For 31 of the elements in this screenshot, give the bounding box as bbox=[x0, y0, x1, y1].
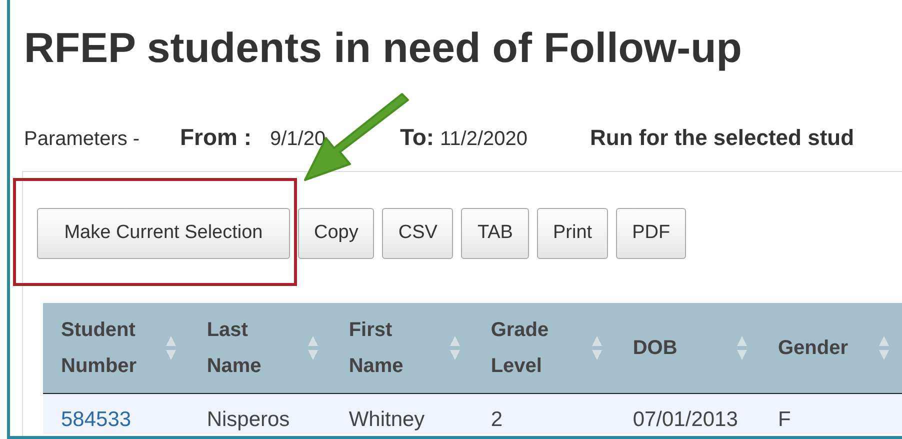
table-cell: 2 bbox=[490, 408, 502, 430]
student-link[interactable]: 584533 bbox=[61, 408, 132, 430]
from-date: 9/1/20 bbox=[270, 127, 327, 152]
column-header[interactable]: Gender bbox=[778, 330, 878, 366]
export-button[interactable]: Make Current Selection bbox=[37, 208, 290, 258]
sort-icon[interactable] bbox=[590, 334, 603, 362]
parameters-label: Parameters - bbox=[24, 127, 141, 152]
export-button[interactable]: Print bbox=[536, 208, 608, 258]
to-label: To: bbox=[400, 123, 432, 152]
sort-icon[interactable] bbox=[878, 334, 890, 362]
table-cell: Whitney bbox=[348, 408, 425, 430]
column-header[interactable]: DOB bbox=[632, 330, 733, 366]
run-for-text: Run for the selected stud bbox=[590, 124, 854, 152]
table-cell: 07/01/2013 bbox=[632, 408, 738, 430]
page-title: RFEP students in need of Follow-up bbox=[24, 23, 743, 73]
table-cell: Nisperos bbox=[206, 408, 290, 430]
column-header[interactable]: Student Number bbox=[61, 312, 161, 384]
export-button[interactable]: PDF bbox=[616, 208, 686, 258]
column-header[interactable]: Last Name bbox=[206, 312, 307, 384]
table-cell: F bbox=[778, 408, 791, 430]
export-button[interactable]: TAB bbox=[461, 208, 529, 258]
sort-icon[interactable] bbox=[448, 334, 461, 362]
from-label: From : bbox=[180, 123, 253, 152]
export-button[interactable]: CSV bbox=[382, 208, 454, 258]
sort-icon[interactable] bbox=[164, 334, 177, 362]
sort-icon[interactable] bbox=[306, 334, 319, 362]
to-date: 11/2/2020 bbox=[440, 127, 528, 152]
column-header[interactable]: Grade Level bbox=[490, 312, 591, 384]
export-button[interactable]: Copy bbox=[298, 208, 374, 258]
column-header[interactable]: First Name bbox=[348, 312, 449, 384]
sort-icon[interactable] bbox=[736, 334, 748, 362]
